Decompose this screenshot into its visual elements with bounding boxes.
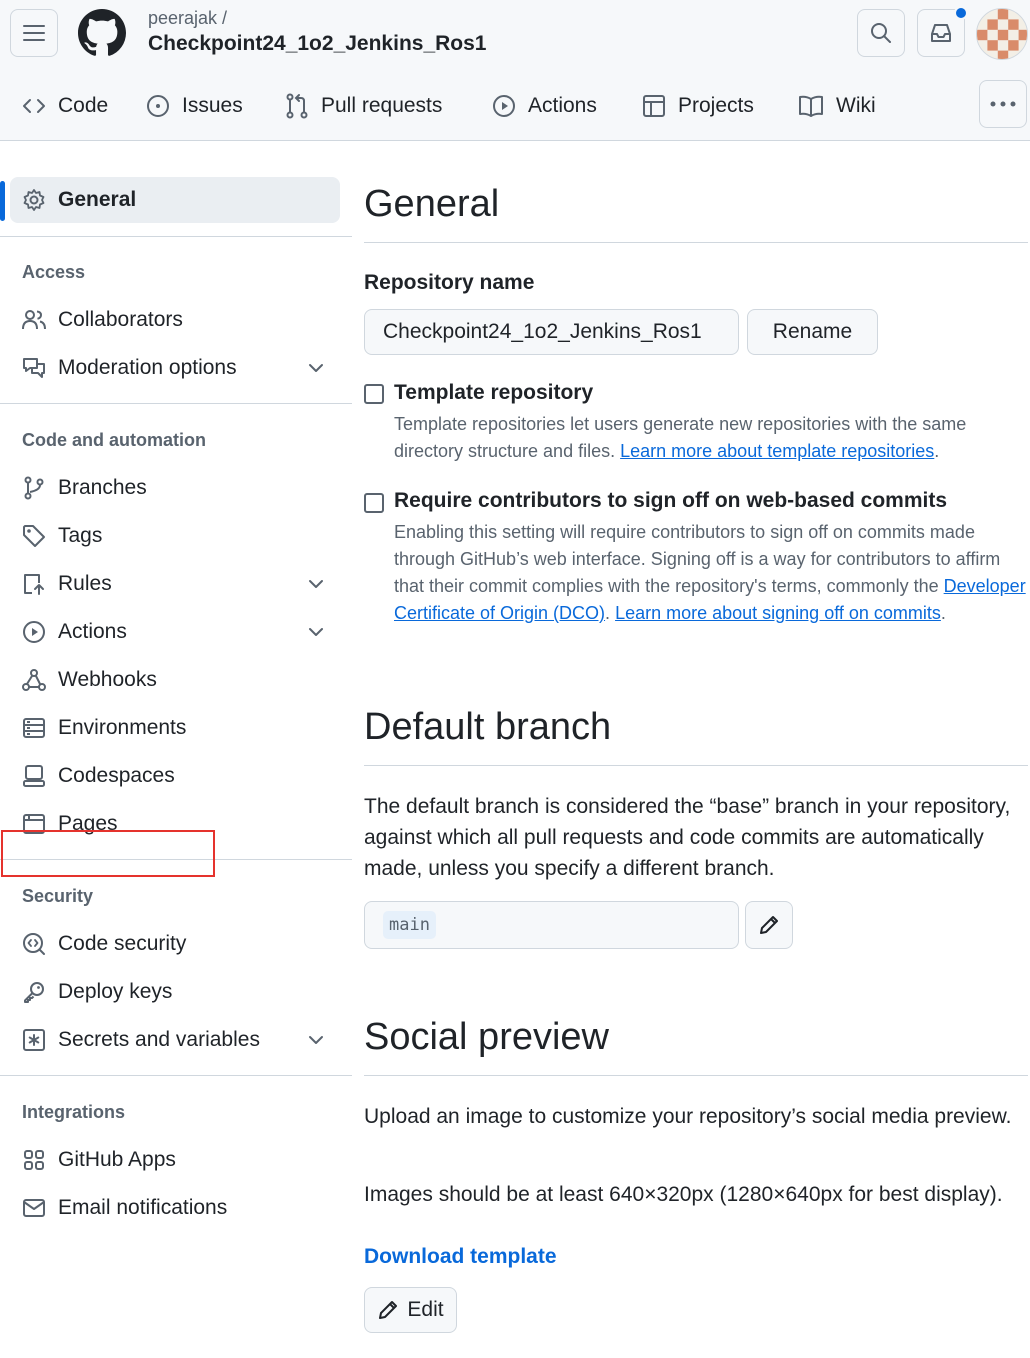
menu-button[interactable] bbox=[10, 9, 58, 57]
sidebar-item-branches[interactable]: Branches bbox=[10, 465, 340, 511]
apps-icon bbox=[24, 1150, 44, 1170]
edit-social-button[interactable]: Edit bbox=[364, 1287, 457, 1333]
sidebar-item-email-notifications[interactable]: Email notifications bbox=[10, 1185, 340, 1231]
tab-issues[interactable]: Issues bbox=[146, 88, 243, 124]
sidebar-item-collaborators[interactable]: Collaborators bbox=[10, 297, 340, 343]
sidebar-item-code-security[interactable]: Code security bbox=[10, 921, 340, 967]
sidebar-item-rules[interactable]: Rules bbox=[10, 561, 340, 607]
sidebar-item-secrets-variables[interactable]: Secrets and variables bbox=[10, 1017, 340, 1063]
tab-pull-requests[interactable]: Pull requests bbox=[285, 88, 442, 124]
play-icon bbox=[23, 621, 45, 643]
sidebar-heading-code-automation: Code and automation bbox=[22, 430, 206, 450]
mail-icon bbox=[23, 1199, 45, 1217]
template-repo-title: Template repository bbox=[394, 381, 594, 404]
signoff-desc: Enabling this setting will require contr… bbox=[394, 522, 1026, 623]
repo-name-label: Repository name bbox=[364, 271, 535, 294]
search-icon bbox=[871, 23, 891, 43]
download-template-link[interactable]: Download template bbox=[364, 1245, 557, 1269]
default-branch-field: main bbox=[364, 901, 739, 949]
chevron-down-icon bbox=[309, 580, 323, 588]
repo-push-icon bbox=[24, 574, 44, 595]
repo-owner-link[interactable]: peerajak / bbox=[148, 8, 227, 29]
pencil-icon bbox=[379, 1301, 398, 1319]
key-asterisk-icon bbox=[23, 1029, 45, 1051]
issue-icon bbox=[147, 95, 169, 117]
signoff-title: Require contributors to sign off on web-… bbox=[394, 489, 948, 512]
more-tabs-button[interactable] bbox=[979, 80, 1027, 128]
gear-icon bbox=[23, 189, 45, 211]
pencil-icon bbox=[760, 916, 778, 934]
user-avatar[interactable] bbox=[976, 8, 1028, 60]
repo-name-input[interactable]: Checkpoint24_1o2_Jenkins_Ros1 bbox=[364, 309, 739, 355]
sidebar-item-tags[interactable]: Tags bbox=[10, 513, 340, 559]
general-title: General bbox=[364, 183, 500, 225]
sidebar-item-environments[interactable]: Environments bbox=[10, 705, 340, 751]
sidebar-item-deploy-keys[interactable]: Deploy keys bbox=[10, 969, 340, 1015]
sidebar-item-github-apps[interactable]: GitHub Apps bbox=[10, 1137, 340, 1183]
webhook-icon bbox=[22, 669, 46, 691]
rename-button[interactable]: Rename bbox=[747, 309, 878, 355]
signoff-checkbox[interactable] bbox=[364, 493, 384, 513]
sidebar-heading-integrations: Integrations bbox=[22, 1102, 126, 1122]
branch-name-chip: main bbox=[383, 911, 436, 939]
kebab-horizontal-icon bbox=[990, 101, 1016, 107]
server-icon bbox=[23, 718, 45, 738]
signoff-learn-more-link[interactable]: Learn more about signing off on commits bbox=[615, 603, 941, 623]
book-icon bbox=[799, 95, 823, 117]
highlight-box bbox=[1, 830, 215, 877]
active-indicator bbox=[0, 181, 5, 221]
social-preview-title: Social preview bbox=[364, 1016, 609, 1058]
table-icon bbox=[643, 95, 665, 117]
social-desc-1: Upload an image to customize your reposi… bbox=[364, 1105, 1012, 1128]
template-repo-desc: Template repositories let users generate… bbox=[394, 414, 967, 461]
edit-branch-button[interactable] bbox=[745, 901, 793, 949]
notification-dot bbox=[954, 6, 968, 20]
codescan-icon bbox=[23, 933, 45, 955]
code-icon bbox=[23, 99, 45, 113]
social-desc-2: Images should be at least 640×320px (128… bbox=[364, 1183, 1003, 1206]
repo-nav-tabs: Code Issues Pull requests Actions Projec… bbox=[0, 80, 1030, 130]
template-learn-more-link[interactable]: Learn more about template repositories bbox=[620, 441, 934, 461]
tab-actions[interactable]: Actions bbox=[492, 88, 597, 124]
people-icon bbox=[22, 310, 46, 330]
github-logo-icon[interactable] bbox=[78, 9, 126, 57]
tag-icon bbox=[23, 525, 45, 547]
chevron-down-icon bbox=[309, 628, 323, 636]
inbox-icon bbox=[931, 24, 951, 42]
codespaces-icon bbox=[23, 765, 45, 787]
chevron-down-icon bbox=[309, 364, 323, 372]
sidebar-heading-security: Security bbox=[22, 886, 94, 906]
sidebar-item-moderation-options[interactable]: Moderation options bbox=[10, 345, 340, 391]
repo-header: peerajak / Checkpoint24_1o2_Jenkins_Ros1… bbox=[0, 0, 1030, 141]
play-icon bbox=[493, 95, 515, 117]
search-button[interactable] bbox=[857, 9, 905, 57]
template-repo-checkbox[interactable] bbox=[364, 384, 384, 404]
sidebar-item-general[interactable]: General bbox=[10, 177, 340, 223]
default-branch-desc: The default branch is considered the “ba… bbox=[364, 795, 1011, 880]
pull-request-icon bbox=[286, 93, 308, 119]
repo-name-link[interactable]: Checkpoint24_1o2_Jenkins_Ros1 bbox=[148, 32, 486, 56]
sidebar-item-webhooks[interactable]: Webhooks bbox=[10, 657, 340, 703]
comment-discussion-icon bbox=[23, 358, 45, 378]
default-branch-title: Default branch bbox=[364, 706, 612, 748]
key-icon bbox=[24, 982, 44, 1003]
hamburger-icon bbox=[23, 25, 45, 41]
settings-sidebar: General Access Collaborators Moderation … bbox=[0, 141, 352, 1358]
git-branch-icon bbox=[24, 476, 44, 500]
tab-wiki[interactable]: Wiki bbox=[798, 88, 876, 124]
sidebar-heading-access: Access bbox=[22, 262, 86, 282]
sidebar-item-actions[interactable]: Actions bbox=[10, 609, 340, 655]
inbox-button[interactable] bbox=[917, 6, 968, 57]
tab-code[interactable]: Code bbox=[22, 88, 108, 124]
chevron-down-icon bbox=[309, 1036, 323, 1044]
sidebar-item-codespaces[interactable]: Codespaces bbox=[10, 753, 340, 799]
tab-projects[interactable]: Projects bbox=[642, 88, 754, 124]
